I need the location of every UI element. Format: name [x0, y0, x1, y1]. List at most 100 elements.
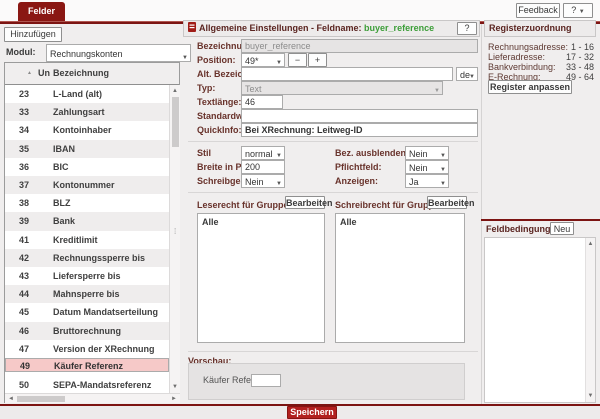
horizontal-scrollbar[interactable]: ◄ ►	[5, 393, 180, 403]
conditions-list[interactable]: ▲ ▼	[484, 237, 596, 403]
table-row[interactable]: 34Kontoinhaber	[5, 121, 169, 139]
stil-select[interactable]: normal ▼	[241, 146, 285, 160]
row-label: Kreditlimit	[53, 231, 98, 249]
column-header-bezeichnung[interactable]: Bezeichnung	[53, 68, 109, 78]
bezeichnung-input[interactable]	[241, 39, 478, 53]
row-label: Zahlungsart	[53, 103, 105, 121]
top-bar	[0, 0, 600, 21]
preview-field-input[interactable]	[251, 374, 281, 387]
standardwert-input[interactable]	[241, 109, 478, 123]
breite-input[interactable]	[241, 160, 285, 174]
chevron-down-icon: ▼	[276, 57, 282, 67]
bez-ausblenden-select[interactable]: Nein ▼	[405, 146, 449, 160]
row-number: 49	[20, 360, 30, 372]
row-number: 37	[19, 176, 29, 194]
table-row[interactable]: 35IBAN	[5, 140, 169, 158]
separator	[188, 192, 478, 193]
schreibgeschuetzt-value: Nein	[245, 177, 264, 187]
anzeigen-label: Anzeigen:	[335, 174, 378, 188]
table-row[interactable]: 44Mahnsperre bis	[5, 285, 169, 303]
table-row[interactable]: 42Rechnungssperre bis	[5, 249, 169, 267]
stil-value: normal	[245, 149, 273, 159]
row-label: Käufer Referenz	[54, 360, 123, 372]
scrollbar-thumb[interactable]	[172, 97, 179, 147]
table-row[interactable]: 47Version der XRechnung	[5, 340, 169, 358]
register-row-label: Rechnungsadresse:	[488, 42, 568, 52]
row-label: IBAN	[53, 140, 75, 158]
edit-read-groups-button[interactable]: Bearbeiten	[285, 196, 325, 209]
row-number: 46	[19, 322, 29, 340]
scroll-down-icon[interactable]: ▼	[170, 384, 180, 390]
field-name-value: buyer_reference	[364, 23, 434, 33]
column-header-un[interactable]: Un	[38, 68, 50, 78]
table-row[interactable]: 37 Kontonummer	[5, 176, 169, 194]
row-label: Kontonummer	[53, 176, 115, 194]
settings-help-button[interactable]: ?	[457, 22, 477, 35]
table-row[interactable]: 43Liefersperre bis	[5, 267, 169, 285]
row-number: 43	[19, 267, 29, 285]
group-list-item[interactable]: Alle	[340, 217, 460, 227]
conditions-divider	[481, 219, 600, 221]
module-select[interactable]: Rechnungskonten ▼	[46, 44, 191, 62]
conditions-scrollbar[interactable]: ▲ ▼	[585, 238, 595, 402]
position-label: Position:	[197, 53, 236, 67]
pflichtfeld-select[interactable]: Nein ▼	[405, 160, 449, 174]
row-number: 45	[19, 303, 29, 321]
write-group-label: Schreibrecht für Gruppe:	[335, 198, 442, 212]
read-group-label: Leserecht für Gruppe:	[197, 198, 292, 212]
position-increment-button[interactable]: +	[308, 53, 327, 67]
scrollbar-thumb[interactable]	[17, 396, 65, 402]
save-button[interactable]: Speichern	[287, 406, 337, 419]
register-anpassen-button[interactable]: Register anpassen	[488, 80, 572, 94]
tab-felder[interactable]: Felder	[18, 2, 65, 21]
settings-panel-title: Allgemeine Einstellungen - Feldname:	[199, 23, 362, 33]
field-list-header[interactable]: ▲ Un Bezeichnung	[5, 63, 179, 85]
typ-label: Typ:	[197, 81, 215, 95]
panel-splitter[interactable]: ⁞	[174, 230, 176, 234]
add-field-button[interactable]: Hinzufügen	[4, 27, 62, 42]
anzeigen-select[interactable]: Ja ▼	[405, 174, 449, 188]
alt-bezeichnung-input[interactable]	[241, 67, 453, 81]
read-groups-listbox[interactable]: Alle	[197, 213, 325, 343]
feedback-button[interactable]: Feedback	[516, 3, 560, 18]
scroll-up-icon[interactable]: ▲	[170, 88, 180, 94]
table-row[interactable]: 46Bruttorechnung	[5, 322, 169, 340]
vertical-scrollbar[interactable]: ▲ ▼	[169, 85, 180, 393]
language-select[interactable]: de ▼	[456, 67, 478, 81]
scroll-right-icon[interactable]: ►	[170, 396, 178, 402]
table-row[interactable]: 39Bank	[5, 212, 169, 230]
new-condition-button[interactable]: Neu	[550, 222, 574, 235]
edit-write-groups-button[interactable]: Bearbeiten	[427, 196, 467, 209]
row-label: Bank	[53, 212, 75, 230]
pflichtfeld-value: Nein	[409, 163, 428, 173]
position-select[interactable]: 49* ▼	[241, 53, 285, 67]
table-row[interactable]: 41Kreditlimit	[5, 231, 169, 249]
table-row[interactable]: 45Datum Mandatserteilung	[5, 303, 169, 321]
table-row[interactable]: 50SEPA-Mandatsreferenz	[5, 376, 169, 393]
chevron-down-icon: ▼	[276, 150, 282, 160]
register-row-label: Bankverbindung:	[488, 62, 556, 72]
help-menu-button[interactable]: ? ▼	[563, 3, 593, 18]
quickinfo-label: QuickInfo:	[197, 123, 242, 137]
textlaenge-input[interactable]	[241, 95, 283, 109]
schreibgeschuetzt-select[interactable]: Nein ▼	[241, 174, 285, 188]
write-groups-listbox[interactable]: Alle	[335, 213, 465, 343]
table-row[interactable]: 38BLZ	[5, 194, 169, 212]
scroll-down-icon[interactable]: ▼	[586, 393, 595, 399]
quickinfo-input[interactable]	[241, 123, 478, 137]
chevron-down-icon: ▼	[440, 164, 446, 174]
table-row[interactable]: 23L-Land (alt)	[5, 85, 169, 103]
table-row[interactable]: 33 Zahlungsart	[5, 103, 169, 121]
table-row[interactable]: 49 Käufer Referenz	[5, 358, 169, 372]
row-label: Kontoinhaber	[53, 121, 112, 139]
row-label: BLZ	[53, 194, 71, 212]
group-list-item[interactable]: Alle	[202, 217, 320, 227]
chevron-down-icon: ▼	[440, 178, 446, 188]
row-number: 23	[19, 85, 29, 103]
table-row[interactable]: 36BIC	[5, 158, 169, 176]
row-number: 33	[19, 103, 29, 121]
scroll-left-icon[interactable]: ◄	[7, 396, 15, 402]
position-decrement-button[interactable]: −	[288, 53, 307, 67]
scroll-up-icon[interactable]: ▲	[586, 241, 595, 247]
typ-select[interactable]: Text ▼	[241, 81, 443, 95]
